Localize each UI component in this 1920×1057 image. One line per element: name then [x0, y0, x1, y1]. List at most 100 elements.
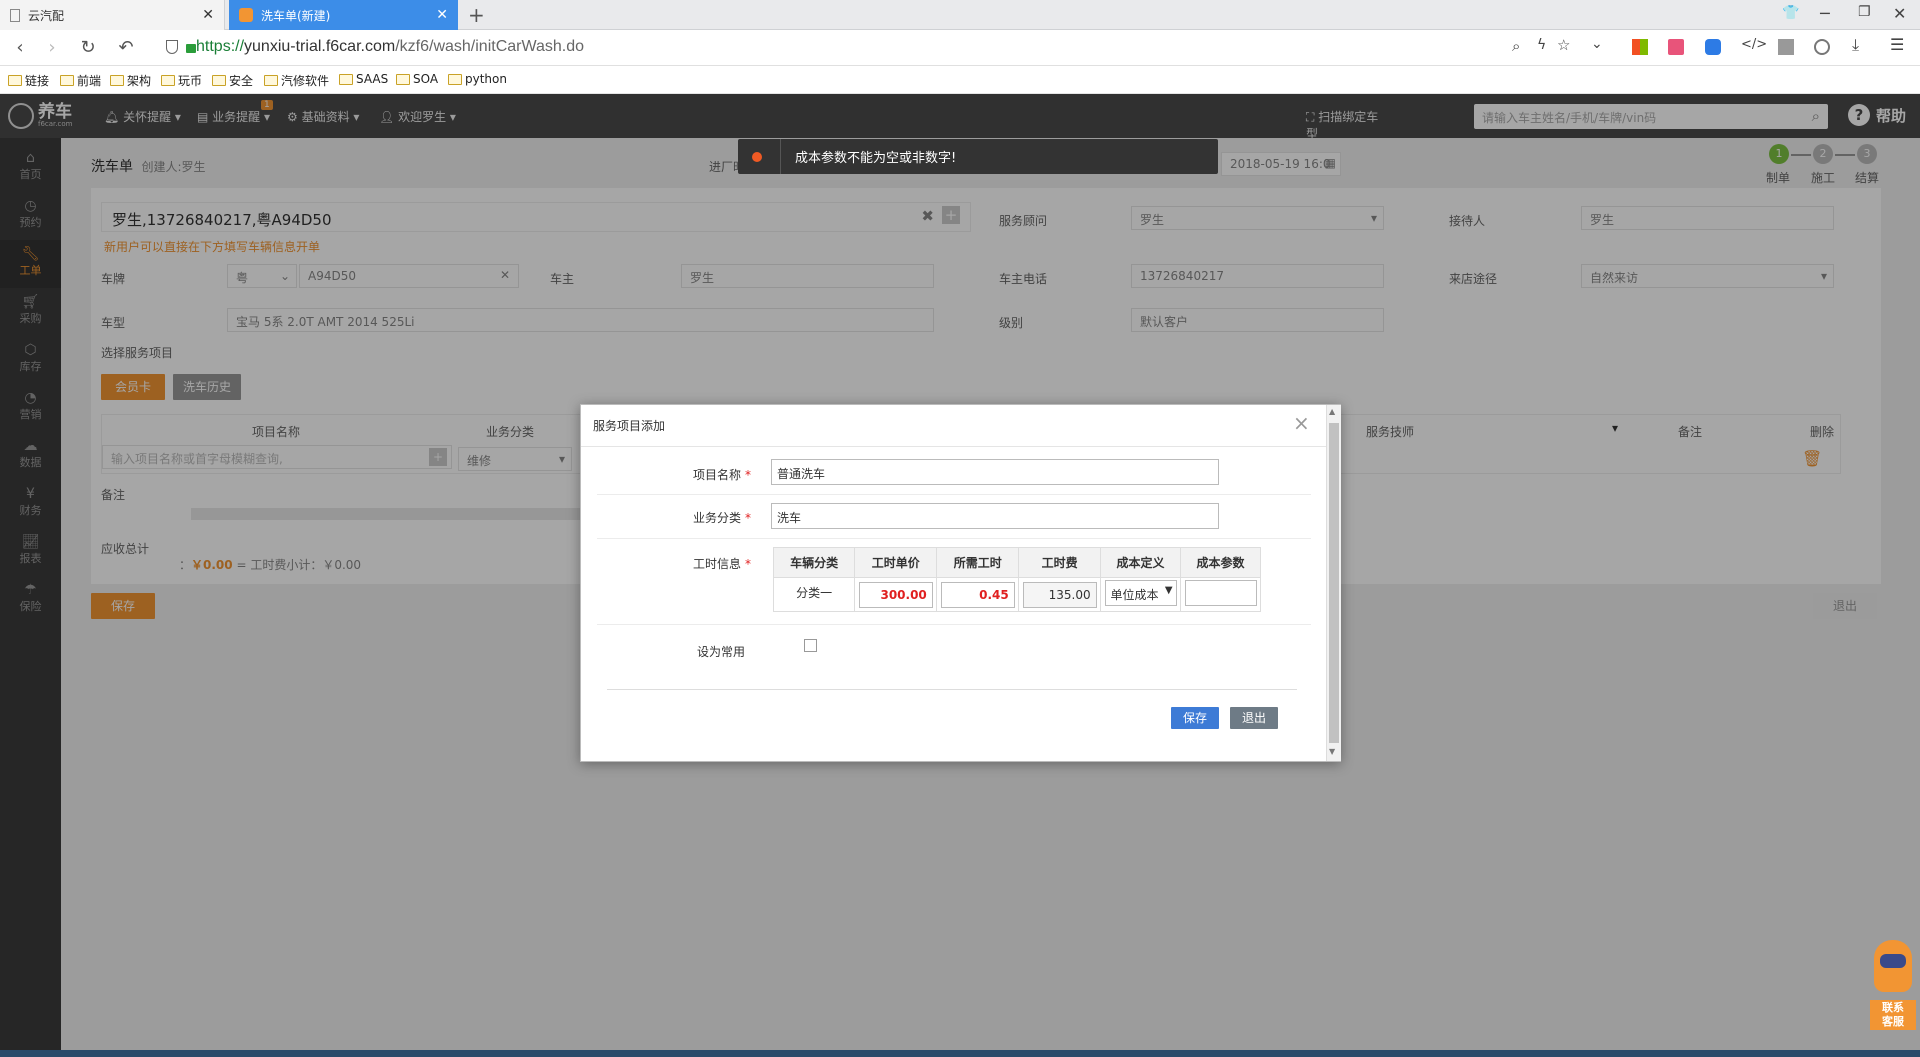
extension-icon[interactable]	[1668, 39, 1684, 55]
url-field[interactable]: https://yunxiu-trial.f6car.com/kzf6/wash…	[196, 38, 584, 56]
folder-icon	[110, 75, 124, 86]
restore-icon[interactable]: ❐	[1858, 4, 1871, 20]
windows-icon[interactable]	[1632, 39, 1648, 55]
bookmark-folder[interactable]: 安全	[212, 72, 253, 89]
address-bar: ‹ › ↻ ↶ https://yunxiu-trial.f6car.com/k…	[0, 30, 1920, 66]
divider	[607, 689, 1297, 690]
table-header: 车辆分类	[772, 547, 856, 578]
shirt-icon[interactable]: 👕	[1782, 5, 1799, 21]
dialog-exit-button[interactable]: 退出	[1230, 707, 1278, 729]
hours-cell: 0.45	[936, 577, 1020, 612]
folder-icon	[264, 75, 278, 86]
devtools-icon[interactable]: </>	[1741, 37, 1767, 52]
extension-icon[interactable]	[1778, 39, 1794, 55]
table-header: 工时费	[1018, 547, 1102, 578]
browser-tab[interactable]: 云汽配 ✕	[0, 0, 225, 30]
scroll-down-icon[interactable]: ▼	[1329, 747, 1335, 756]
required-marker: *	[745, 557, 751, 571]
contact-support-label[interactable]: 联系客服	[1870, 1000, 1916, 1030]
page-icon	[10, 8, 20, 22]
hours-input[interactable]: 0.45	[940, 581, 1015, 608]
bookmark-folder[interactable]: 前端	[60, 72, 101, 89]
scroll-up-icon[interactable]: ▲	[1329, 407, 1335, 416]
bookmarks-bar: 链接 前端 架构 玩币 安全 汽修软件 SAAS SOA python	[0, 66, 1920, 94]
close-window-icon[interactable]: ✕	[1893, 4, 1906, 23]
robot-face	[1880, 954, 1906, 968]
unit-price-input[interactable]: 300.00	[858, 581, 933, 608]
close-icon[interactable]: ×	[1293, 411, 1310, 435]
bookmark-folder[interactable]: 玩币	[161, 72, 202, 89]
item-name-input[interactable]: 普通洗车	[771, 459, 1219, 485]
cost-def-select[interactable]: 单位成本 ▼	[1104, 580, 1177, 606]
bookmark-folder[interactable]: SAAS	[339, 72, 388, 86]
required-marker: *	[745, 511, 751, 525]
category-input[interactable]: 洗车	[771, 503, 1219, 529]
customer-service-widget[interactable]: 联系客服	[1870, 940, 1916, 1030]
dialog-title: 服务项目添加	[581, 405, 1326, 447]
browser-tab-active[interactable]: 洗车单(新建) ✕	[229, 0, 458, 30]
table-header: 成本定义	[1100, 547, 1182, 578]
browser-tab-bar: 云汽配 ✕ 洗车单(新建) ✕ + 👕 ─ ❐ ✕	[0, 0, 1920, 30]
fee-input[interactable]: 135.00	[1022, 581, 1097, 608]
menu-icon[interactable]: ☰	[1890, 35, 1904, 54]
close-tab-icon[interactable]: ✕	[436, 7, 448, 23]
set-common-checkbox[interactable]	[804, 639, 817, 652]
scrollbar-thumb[interactable]	[1329, 423, 1339, 743]
url-path: /kzf6/wash/initCarWash.do	[395, 38, 585, 55]
url-scheme: https://	[196, 38, 245, 55]
labor-label: 工时信息 *	[692, 557, 751, 571]
folder-icon	[339, 73, 353, 85]
new-tab-icon[interactable]: +	[468, 3, 485, 27]
form-row-common: 设为常用	[597, 625, 1311, 673]
cost-param-input[interactable]	[1184, 580, 1257, 606]
bookmark-folder[interactable]: 架构	[110, 72, 151, 89]
table-row: 分类一 300.00 0.45 135.00 单位成本 ▼	[772, 577, 1261, 612]
dialog-save-button[interactable]: 保存	[1171, 707, 1219, 729]
back-icon[interactable]: ‹	[8, 36, 32, 60]
shield-icon[interactable]	[166, 40, 178, 54]
download-icon[interactable]: ⤓	[1852, 35, 1859, 55]
chevron-down-icon[interactable]: ⌄	[1591, 36, 1603, 52]
folder-icon	[448, 73, 462, 85]
undo-icon[interactable]: ↶	[114, 36, 138, 60]
lightning-icon[interactable]: ϟ	[1537, 37, 1546, 53]
folder-icon	[396, 73, 410, 85]
labor-table: 车辆分类 工时单价 所需工时 工时费 成本定义 成本参数 分类一 300.00 …	[772, 547, 1261, 612]
error-toast: 成本参数不能为空或非数字!	[738, 139, 1218, 174]
folder-icon	[212, 75, 226, 86]
folder-icon	[161, 75, 175, 86]
toast-divider	[780, 139, 781, 174]
tab-label: 洗车单(新建)	[261, 8, 331, 23]
close-tab-icon[interactable]: ✕	[202, 7, 214, 23]
tab-label: 云汽配	[28, 8, 65, 23]
extension-icon[interactable]	[1814, 39, 1830, 55]
table-header: 工时单价	[854, 547, 938, 578]
common-label: 设为常用	[696, 645, 745, 659]
cost-param-cell	[1180, 577, 1261, 612]
chevron-down-icon: ▼	[1164, 585, 1173, 596]
reload-icon[interactable]: ↻	[76, 36, 100, 60]
category-label: 业务分类 *	[692, 511, 751, 525]
extension-icon[interactable]	[1705, 39, 1721, 55]
form-row-labor: 工时信息 * 车辆分类 工时单价 所需工时 工时费 成本定义 成本参数 分类一 3…	[597, 539, 1311, 625]
required-marker: *	[745, 468, 751, 482]
folder-icon	[8, 75, 22, 86]
url-host: yunxiu-trial.f6car.com	[244, 38, 396, 55]
form-row-category: 业务分类 * 洗车	[597, 495, 1311, 539]
f6-logo-icon	[239, 8, 253, 22]
bookmark-folder[interactable]: SOA	[396, 72, 438, 86]
star-icon[interactable]: ☆	[1557, 36, 1570, 54]
lock-icon	[186, 44, 196, 53]
dialog-scrollbar[interactable]: ▲ ▼	[1326, 405, 1341, 761]
bookmark-folder[interactable]: python	[448, 72, 507, 86]
table-header: 成本参数	[1180, 547, 1261, 578]
minimize-icon[interactable]: ─	[1820, 4, 1830, 23]
zoom-icon[interactable]: ⌕	[1512, 37, 1520, 55]
bookmark-folder[interactable]: 汽修软件	[264, 72, 329, 89]
name-label: 项目名称 *	[692, 468, 751, 482]
form-row-name: 项目名称 * 普通洗车	[597, 455, 1311, 495]
bookmark-folder[interactable]: 链接	[8, 72, 49, 89]
folder-icon	[60, 75, 74, 86]
error-dot-icon	[752, 151, 762, 162]
forward-icon[interactable]: ›	[40, 36, 64, 60]
